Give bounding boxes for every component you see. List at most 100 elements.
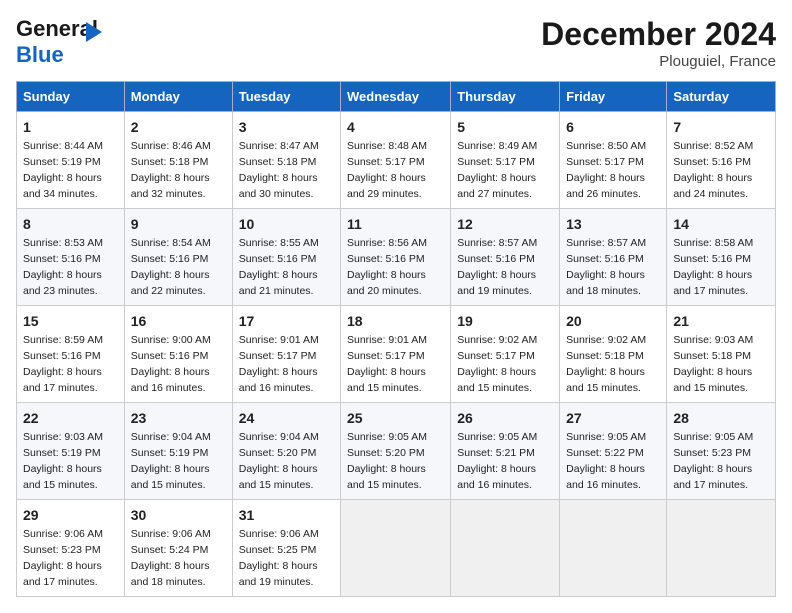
day-info: Sunrise: 8:44 AMSunset: 5:19 PMDaylight:… xyxy=(23,140,103,200)
calendar-cell: 19 Sunrise: 9:02 AMSunset: 5:17 PMDayligh… xyxy=(451,306,560,403)
calendar-cell xyxy=(560,500,667,597)
title-block: December 2024 Plouguiel, France xyxy=(541,16,776,70)
calendar-cell: 8 Sunrise: 8:53 AMSunset: 5:16 PMDaylight… xyxy=(17,209,125,306)
day-info: Sunrise: 9:03 AMSunset: 5:19 PMDaylight:… xyxy=(23,431,103,491)
calendar-cell: 13 Sunrise: 8:57 AMSunset: 5:16 PMDayligh… xyxy=(560,209,667,306)
day-info: Sunrise: 8:55 AMSunset: 5:16 PMDaylight:… xyxy=(239,237,319,297)
day-info: Sunrise: 8:46 AMSunset: 5:18 PMDaylight:… xyxy=(131,140,211,200)
calendar-cell: 28 Sunrise: 9:05 AMSunset: 5:23 PMDayligh… xyxy=(667,403,776,500)
day-info: Sunrise: 9:05 AMSunset: 5:22 PMDaylight:… xyxy=(566,431,646,491)
calendar-cell: 16Sunrise: 9:00 AMSunset: 5:16 PMDayligh… xyxy=(124,306,232,403)
day-info: Sunrise: 8:47 AMSunset: 5:18 PMDaylight:… xyxy=(239,140,319,200)
calendar-week-row: 15 Sunrise: 8:59 AMSunset: 5:16 PMDayligh… xyxy=(17,306,776,403)
calendar-cell: 15 Sunrise: 8:59 AMSunset: 5:16 PMDayligh… xyxy=(17,306,125,403)
day-of-week-header: Friday xyxy=(560,82,667,112)
day-number: 13 xyxy=(566,214,660,234)
day-info: Sunrise: 9:04 AMSunset: 5:19 PMDaylight:… xyxy=(131,431,211,491)
day-number: 15 xyxy=(23,311,118,331)
calendar-cell: 11Sunrise: 8:56 AMSunset: 5:16 PMDayligh… xyxy=(341,209,451,306)
day-number: 10 xyxy=(239,214,334,234)
calendar-cell: 1 Sunrise: 8:44 AMSunset: 5:19 PMDaylight… xyxy=(17,112,125,209)
calendar-cell xyxy=(341,500,451,597)
day-info: Sunrise: 9:05 AMSunset: 5:23 PMDaylight:… xyxy=(673,431,753,491)
day-number: 23 xyxy=(131,408,226,428)
logo: General Blue xyxy=(16,16,121,71)
calendar-week-row: 29 Sunrise: 9:06 AMSunset: 5:23 PMDayligh… xyxy=(17,500,776,597)
day-number: 28 xyxy=(673,408,769,428)
day-info: Sunrise: 8:59 AMSunset: 5:16 PMDaylight:… xyxy=(23,334,103,394)
day-info: Sunrise: 9:02 AMSunset: 5:17 PMDaylight:… xyxy=(457,334,537,394)
calendar-cell: 12Sunrise: 8:57 AMSunset: 5:16 PMDayligh… xyxy=(451,209,560,306)
day-number: 8 xyxy=(23,214,118,234)
day-info: Sunrise: 8:50 AMSunset: 5:17 PMDaylight:… xyxy=(566,140,646,200)
day-info: Sunrise: 8:52 AMSunset: 5:16 PMDaylight:… xyxy=(673,140,753,200)
calendar-cell: 3Sunrise: 8:47 AMSunset: 5:18 PMDaylight… xyxy=(232,112,340,209)
calendar-week-row: 1 Sunrise: 8:44 AMSunset: 5:19 PMDaylight… xyxy=(17,112,776,209)
day-info: Sunrise: 9:03 AMSunset: 5:18 PMDaylight:… xyxy=(673,334,753,394)
calendar-cell: 24 Sunrise: 9:04 AMSunset: 5:20 PMDayligh… xyxy=(232,403,340,500)
day-number: 30 xyxy=(131,505,226,525)
calendar-cell: 31 Sunrise: 9:06 AMSunset: 5:25 PMDayligh… xyxy=(232,500,340,597)
day-of-week-header: Thursday xyxy=(451,82,560,112)
day-number: 1 xyxy=(23,117,118,137)
logo-line2: Blue xyxy=(16,42,64,68)
day-number: 5 xyxy=(457,117,553,137)
day-info: Sunrise: 8:53 AMSunset: 5:16 PMDaylight:… xyxy=(23,237,103,297)
calendar-cell: 2Sunrise: 8:46 AMSunset: 5:18 PMDaylight… xyxy=(124,112,232,209)
calendar-cell: 17Sunrise: 9:01 AMSunset: 5:17 PMDayligh… xyxy=(232,306,340,403)
day-number: 18 xyxy=(347,311,444,331)
calendar-cell: 29 Sunrise: 9:06 AMSunset: 5:23 PMDayligh… xyxy=(17,500,125,597)
day-info: Sunrise: 9:06 AMSunset: 5:23 PMDaylight:… xyxy=(23,528,103,588)
day-info: Sunrise: 8:57 AMSunset: 5:16 PMDaylight:… xyxy=(457,237,537,297)
day-info: Sunrise: 8:48 AMSunset: 5:17 PMDaylight:… xyxy=(347,140,427,200)
day-number: 27 xyxy=(566,408,660,428)
calendar-cell xyxy=(451,500,560,597)
day-info: Sunrise: 9:06 AMSunset: 5:25 PMDaylight:… xyxy=(239,528,319,588)
calendar-cell: 5Sunrise: 8:49 AMSunset: 5:17 PMDaylight… xyxy=(451,112,560,209)
day-info: Sunrise: 8:56 AMSunset: 5:16 PMDaylight:… xyxy=(347,237,427,297)
calendar-cell: 10 Sunrise: 8:55 AMSunset: 5:16 PMDayligh… xyxy=(232,209,340,306)
day-info: Sunrise: 9:04 AMSunset: 5:20 PMDaylight:… xyxy=(239,431,319,491)
day-number: 9 xyxy=(131,214,226,234)
calendar-title: December 2024 xyxy=(541,16,776,53)
calendar-table: SundayMondayTuesdayWednesdayThursdayFrid… xyxy=(16,81,776,597)
day-number: 22 xyxy=(23,408,118,428)
calendar-cell: 9Sunrise: 8:54 AMSunset: 5:16 PMDaylight… xyxy=(124,209,232,306)
logo-line1: General xyxy=(16,16,98,42)
day-of-week-header: Sunday xyxy=(17,82,125,112)
day-info: Sunrise: 9:05 AMSunset: 5:21 PMDaylight:… xyxy=(457,431,537,491)
calendar-cell: 20Sunrise: 9:02 AMSunset: 5:18 PMDayligh… xyxy=(560,306,667,403)
day-info: Sunrise: 8:58 AMSunset: 5:16 PMDaylight:… xyxy=(673,237,753,297)
day-number: 24 xyxy=(239,408,334,428)
calendar-cell: 21 Sunrise: 9:03 AMSunset: 5:18 PMDayligh… xyxy=(667,306,776,403)
calendar-cell: 27 Sunrise: 9:05 AMSunset: 5:22 PMDayligh… xyxy=(560,403,667,500)
day-info: Sunrise: 9:01 AMSunset: 5:17 PMDaylight:… xyxy=(347,334,427,394)
page-header: General Blue December 2024 Plouguiel, Fr… xyxy=(16,16,776,71)
day-number: 26 xyxy=(457,408,553,428)
day-number: 31 xyxy=(239,505,334,525)
day-info: Sunrise: 8:57 AMSunset: 5:16 PMDaylight:… xyxy=(566,237,646,297)
day-number: 20 xyxy=(566,311,660,331)
day-number: 21 xyxy=(673,311,769,331)
day-number: 29 xyxy=(23,505,118,525)
day-info: Sunrise: 9:00 AMSunset: 5:16 PMDaylight:… xyxy=(131,334,211,394)
day-number: 4 xyxy=(347,117,444,137)
day-info: Sunrise: 9:01 AMSunset: 5:17 PMDaylight:… xyxy=(239,334,319,394)
day-number: 14 xyxy=(673,214,769,234)
day-number: 19 xyxy=(457,311,553,331)
day-of-week-header: Saturday xyxy=(667,82,776,112)
calendar-cell: 7 Sunrise: 8:52 AMSunset: 5:16 PMDaylight… xyxy=(667,112,776,209)
day-number: 25 xyxy=(347,408,444,428)
calendar-subtitle: Plouguiel, France xyxy=(541,53,776,70)
calendar-week-row: 8 Sunrise: 8:53 AMSunset: 5:16 PMDaylight… xyxy=(17,209,776,306)
day-number: 6 xyxy=(566,117,660,137)
day-info: Sunrise: 9:05 AMSunset: 5:20 PMDaylight:… xyxy=(347,431,427,491)
calendar-cell: 14 Sunrise: 8:58 AMSunset: 5:16 PMDayligh… xyxy=(667,209,776,306)
calendar-cell: 26 Sunrise: 9:05 AMSunset: 5:21 PMDayligh… xyxy=(451,403,560,500)
calendar-cell: 22 Sunrise: 9:03 AMSunset: 5:19 PMDayligh… xyxy=(17,403,125,500)
calendar-cell: 18 Sunrise: 9:01 AMSunset: 5:17 PMDayligh… xyxy=(341,306,451,403)
calendar-cell: 6 Sunrise: 8:50 AMSunset: 5:17 PMDaylight… xyxy=(560,112,667,209)
calendar-cell xyxy=(667,500,776,597)
day-of-week-header: Monday xyxy=(124,82,232,112)
day-number: 7 xyxy=(673,117,769,137)
